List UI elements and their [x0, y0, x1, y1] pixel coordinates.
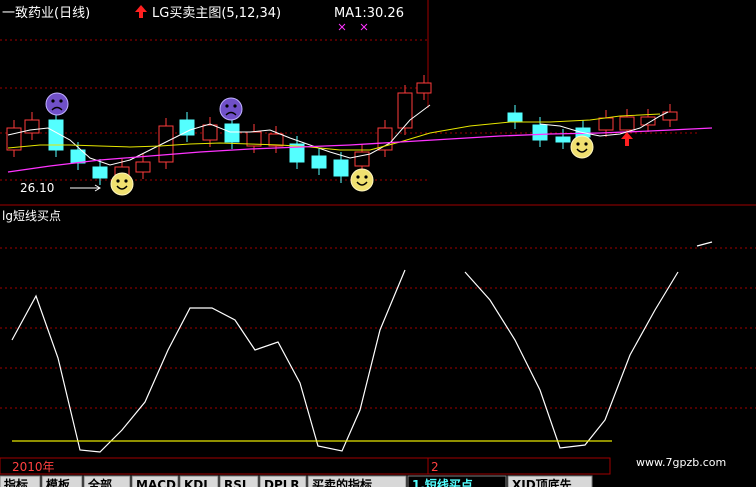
stock-title: 一致药业(日线)	[2, 6, 90, 21]
timeline-bar	[0, 457, 429, 475]
low-price-label: 26.10	[20, 181, 54, 195]
timeline-bar-right	[427, 457, 611, 475]
sad-face-icon	[45, 92, 69, 116]
tab-label: 买卖的指标	[312, 477, 372, 487]
ma1-value: MA1:30.26	[334, 6, 404, 21]
candle-body	[555, 136, 571, 143]
tab-2[interactable]: 全部	[83, 475, 131, 487]
candle-body	[333, 159, 349, 177]
watermark: www.7gpzb.com	[636, 456, 726, 469]
smiley-face-icon	[350, 168, 374, 192]
tab-3[interactable]: MACD	[131, 475, 179, 487]
tab-9[interactable]: XJD顶底先	[507, 475, 593, 487]
candle-body	[619, 116, 635, 131]
tab-5[interactable]: RSI	[219, 475, 259, 487]
candle-body	[598, 117, 614, 131]
tab-1[interactable]: 模板	[41, 475, 83, 487]
tab-label: KDJ	[184, 478, 208, 487]
candle-body	[640, 116, 656, 126]
candle-body	[92, 166, 108, 179]
tab-label: RSI	[224, 478, 246, 487]
sad-face-icon	[219, 97, 243, 121]
chart-canvas: 26.10 一致药业(日线) LG买卖主图(5,12,34) MA1:30.26…	[0, 0, 756, 487]
tab-0[interactable]: 指标	[0, 475, 41, 487]
sub-indicator-label: lg短线买点	[2, 209, 61, 223]
candle-body	[532, 124, 548, 141]
candle-body	[202, 124, 218, 141]
canvas-background	[0, 0, 756, 487]
indicator-tab-bar: 指标 模板 全部 MACD KDJ RSI DPLR 买卖的指标 1.短线买点 XJD顶底先	[0, 475, 593, 487]
tab-label: 指标	[4, 477, 28, 487]
tab-label: 全部	[87, 477, 112, 487]
candle-body	[179, 119, 195, 136]
tab-8[interactable]: 1.短线买点	[407, 475, 507, 487]
candle-body	[268, 133, 284, 147]
candle-body	[224, 123, 240, 143]
tab-label: XJD顶底先	[512, 477, 572, 487]
candle-body	[397, 92, 413, 129]
tab-label: DPLR	[264, 478, 300, 487]
smiley-face-icon	[570, 135, 594, 159]
tab-label: 1.短线买点	[412, 477, 473, 487]
candle-body	[416, 82, 432, 94]
timeline-marker: 2	[431, 460, 439, 474]
year-label: 2010年	[12, 460, 55, 474]
tab-label: 模板	[46, 477, 71, 487]
tab-7[interactable]: 买卖的指标	[307, 475, 407, 487]
indicator-name: LG买卖主图(5,12,34)	[152, 6, 281, 21]
candle-body	[311, 155, 327, 169]
tab-4[interactable]: KDJ	[179, 475, 219, 487]
smiley-face-icon	[110, 172, 134, 196]
candle-body	[354, 151, 370, 167]
candle-body	[507, 112, 523, 123]
tab-label: MACD	[136, 478, 176, 487]
candle-body	[135, 161, 151, 173]
candle-body	[377, 127, 393, 151]
tab-6[interactable]: DPLR	[259, 475, 307, 487]
